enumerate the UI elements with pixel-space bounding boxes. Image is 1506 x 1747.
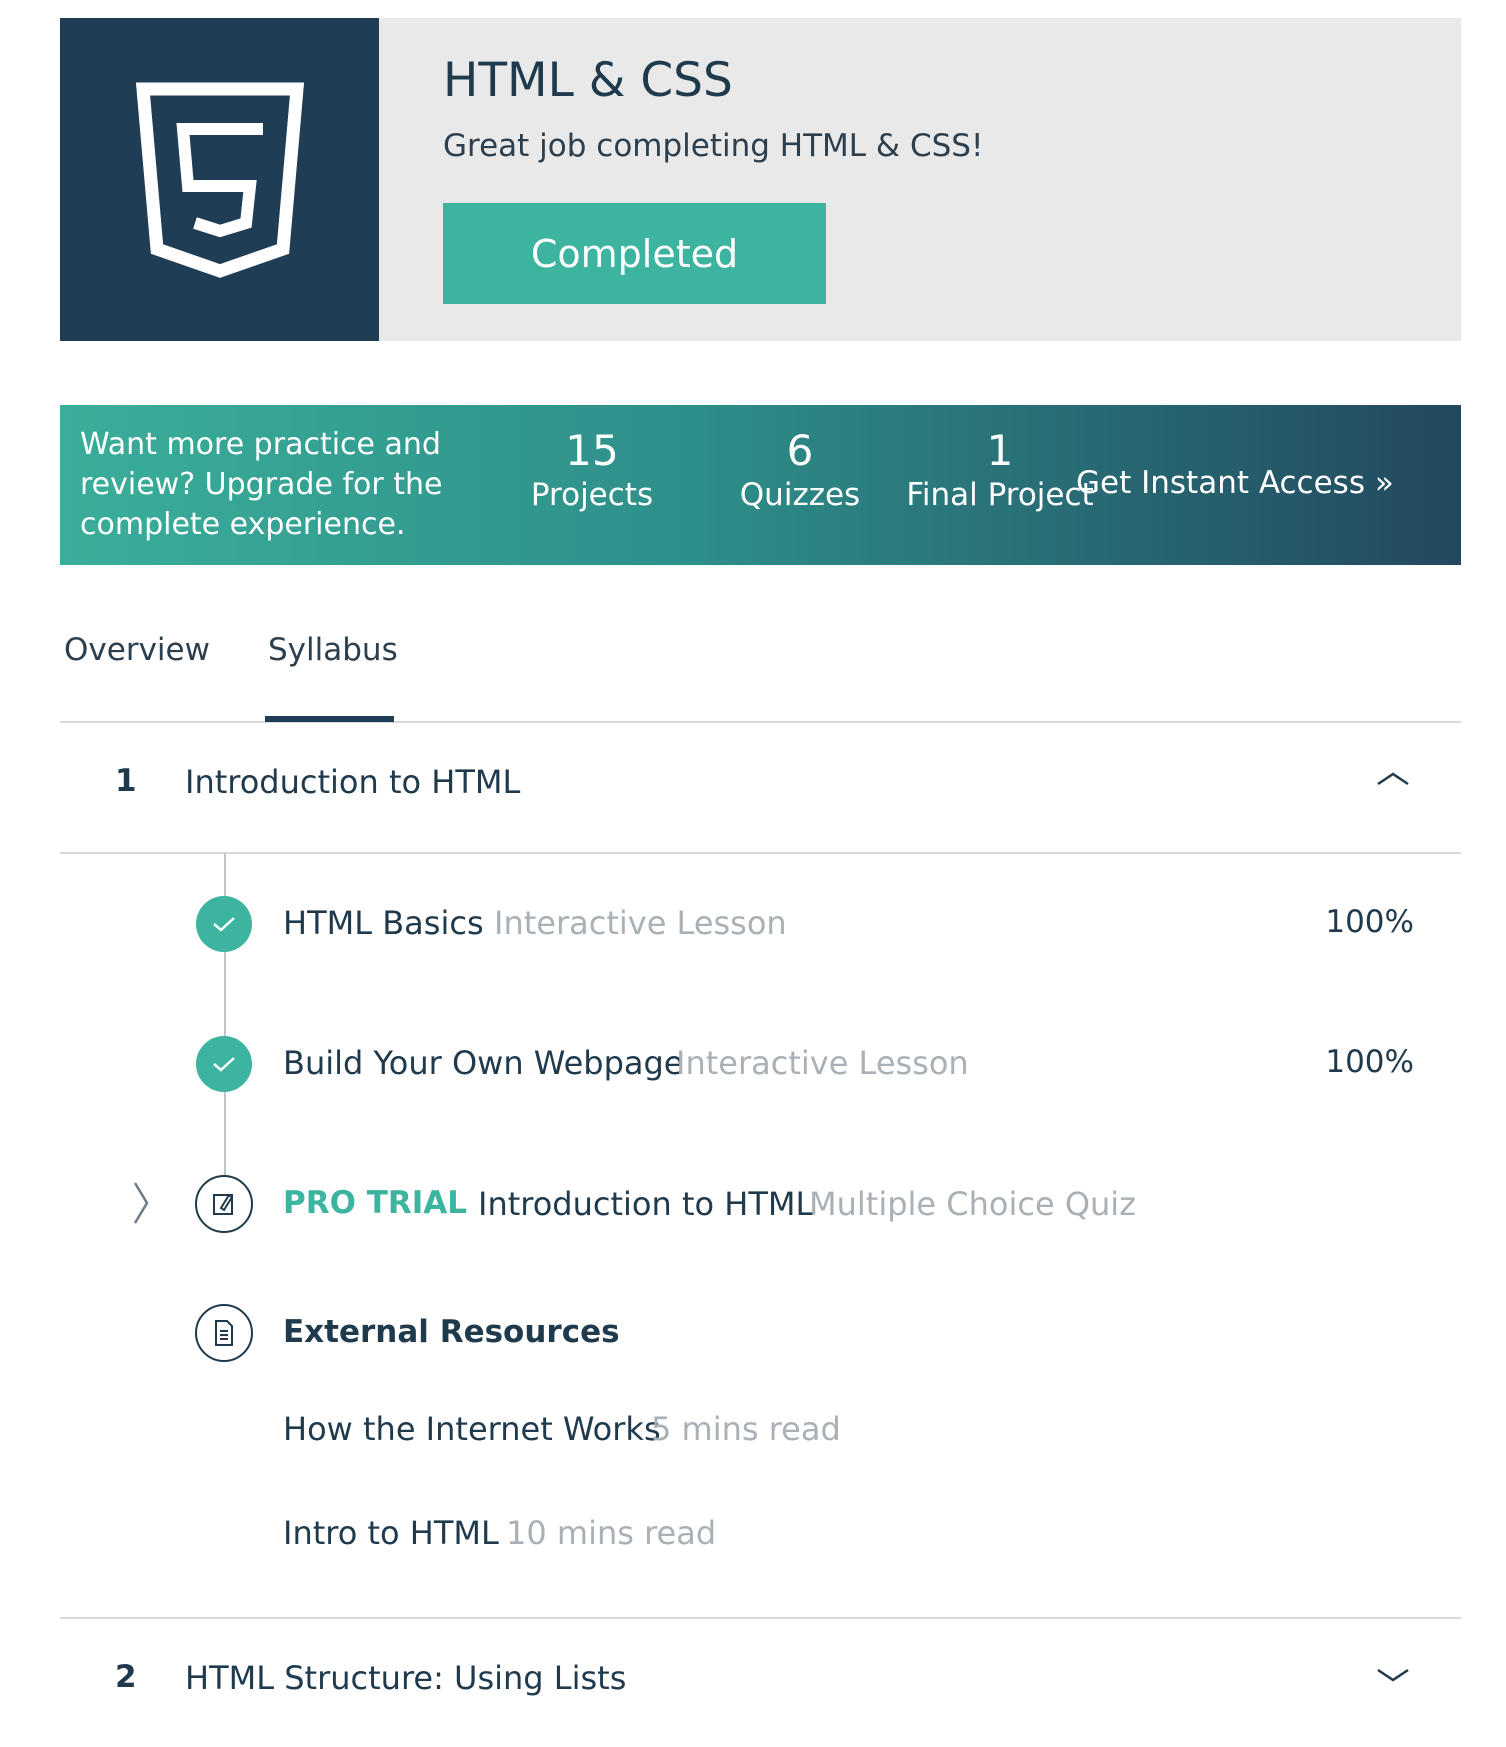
lesson-progress: 100% xyxy=(1325,1044,1414,1080)
external-resources-header: External Resources xyxy=(60,1304,1461,1364)
lesson-item[interactable]: HTML Basics Interactive Lesson 100% xyxy=(60,894,1461,954)
pro-trial-badge: PRO TRIAL xyxy=(283,1185,468,1221)
lesson-type: Interactive Lesson xyxy=(494,904,787,942)
section-title: Introduction to HTML xyxy=(185,763,521,801)
lesson-progress: 100% xyxy=(1325,904,1414,940)
quiz-type: Multiple Choice Quiz xyxy=(809,1185,1136,1223)
section-title: HTML Structure: Using Lists xyxy=(185,1659,627,1697)
course-tabs: Overview Syllabus xyxy=(60,600,1461,723)
html5-shield-icon xyxy=(135,82,305,278)
lesson-item[interactable]: Build Your Own Webpage Interactive Lesso… xyxy=(60,1034,1461,1094)
divider xyxy=(60,852,1461,854)
section-header-2[interactable]: 2 HTML Structure: Using Lists xyxy=(60,1619,1461,1747)
get-instant-access-link[interactable]: Get Instant Access » xyxy=(1076,465,1394,501)
resource-meta: 5 mins read xyxy=(651,1410,841,1448)
stat-projects: 15 Projects xyxy=(492,427,692,515)
course-title: HTML & CSS xyxy=(443,53,733,108)
tab-overview[interactable]: Overview xyxy=(64,632,210,668)
course-logo xyxy=(60,18,379,341)
resource-title[interactable]: Intro to HTML xyxy=(283,1514,499,1552)
lesson-title[interactable]: HTML Basics xyxy=(283,904,484,942)
chevron-down-icon[interactable] xyxy=(1375,1664,1411,1684)
stat-label: Quizzes xyxy=(739,477,861,513)
chevron-right-icon[interactable] xyxy=(130,1180,152,1226)
upgrade-banner: Want more practice and review? Upgrade f… xyxy=(60,405,1461,565)
quiz-edit-icon xyxy=(195,1175,253,1233)
completed-check-icon xyxy=(196,1036,252,1092)
section-number: 2 xyxy=(115,1659,137,1695)
completed-check-icon xyxy=(196,896,252,952)
resource-link[interactable]: How the Internet Works 5 mins read xyxy=(60,1400,1461,1460)
resource-title[interactable]: How the Internet Works xyxy=(283,1410,661,1448)
stat-label: Projects xyxy=(530,477,654,513)
chevron-up-icon[interactable] xyxy=(1375,768,1411,788)
completed-button[interactable]: Completed xyxy=(443,203,826,304)
resource-link[interactable]: Intro to HTML 10 mins read xyxy=(60,1504,1461,1564)
lesson-type: Interactive Lesson xyxy=(676,1044,969,1082)
quiz-item[interactable]: PRO TRIAL Introduction to HTML Multiple … xyxy=(60,1175,1461,1235)
resource-meta: 10 mins read xyxy=(506,1514,717,1552)
course-header: HTML & CSS Great job completing HTML & C… xyxy=(60,18,1461,341)
stat-label: Final Project xyxy=(906,477,1094,513)
stat-number: 6 xyxy=(786,426,814,475)
document-icon xyxy=(195,1304,253,1362)
resources-heading: External Resources xyxy=(283,1314,620,1350)
lesson-title[interactable]: Build Your Own Webpage xyxy=(283,1044,683,1082)
quiz-title[interactable]: Introduction to HTML xyxy=(478,1185,813,1223)
stat-number: 1 xyxy=(986,426,1014,475)
section-number: 1 xyxy=(115,763,137,799)
stat-quizzes: 6 Quizzes xyxy=(700,427,900,515)
upgrade-text: Want more practice and review? Upgrade f… xyxy=(80,427,443,542)
stat-final-project: 1 Final Project xyxy=(900,427,1100,515)
tab-syllabus[interactable]: Syllabus xyxy=(268,632,398,668)
stat-number: 15 xyxy=(565,426,619,475)
active-tab-indicator xyxy=(265,716,394,722)
section-header-1[interactable]: 1 Introduction to HTML xyxy=(60,723,1461,851)
course-subtitle: Great job completing HTML & CSS! xyxy=(443,128,984,164)
